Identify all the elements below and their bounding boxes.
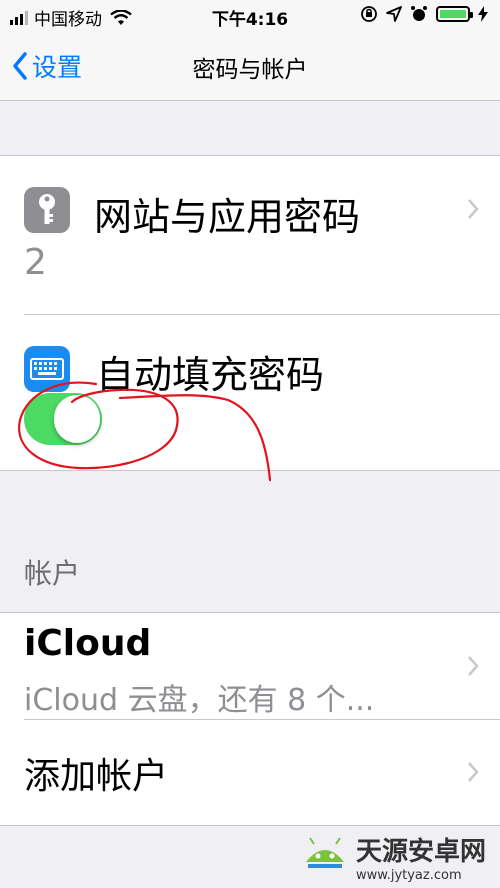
icloud-account-cell[interactable]: iCloud iCloud 云盘，还有 8 个...	[0, 613, 500, 719]
orientation-lock-icon	[361, 6, 377, 22]
charging-icon	[478, 6, 488, 22]
toggle-knob	[54, 395, 100, 443]
watermark-url: www.jytyaz.com	[356, 868, 462, 883]
battery-icon	[436, 6, 473, 22]
website-passwords-cell[interactable]: 网站与应用密码 2	[0, 156, 500, 314]
page-title: 密码与帐户	[192, 57, 308, 83]
location-icon	[386, 6, 402, 22]
watermark: 天源安卓网 www.jytyaz.com	[300, 828, 500, 886]
navigation-bar: 设置 密码与帐户	[0, 32, 500, 101]
watermark-name: 天源安卓网	[356, 837, 487, 867]
chevron-right-icon	[468, 199, 479, 219]
key-icon	[24, 187, 70, 233]
chevron-right-icon	[468, 762, 479, 782]
status-right	[360, 5, 488, 23]
alarm-icon	[411, 6, 427, 21]
autofill-toggle[interactable]	[24, 393, 102, 445]
chevron-right-icon	[468, 656, 479, 676]
autofill-passwords-label: 自动填充密码	[96, 353, 325, 397]
autofill-passwords-cell: 自动填充密码	[0, 314, 500, 470]
accounts-section-header: 帐户	[24, 557, 81, 590]
icloud-title: iCloud	[24, 623, 152, 664]
status-bar: 中国移动 下午4:16	[0, 0, 500, 32]
add-account-cell[interactable]: 添加帐户	[0, 719, 500, 825]
accounts-group: iCloud iCloud 云盘，还有 8 个... 添加帐户	[0, 612, 500, 826]
website-passwords-label: 网站与应用密码	[94, 195, 361, 239]
keyboard-icon	[24, 346, 70, 392]
website-passwords-count: 2	[24, 242, 47, 283]
icloud-subtitle: iCloud 云盘，还有 8 个...	[24, 683, 375, 718]
add-account-label: 添加帐户	[24, 756, 169, 797]
android-logo-icon	[306, 837, 344, 868]
